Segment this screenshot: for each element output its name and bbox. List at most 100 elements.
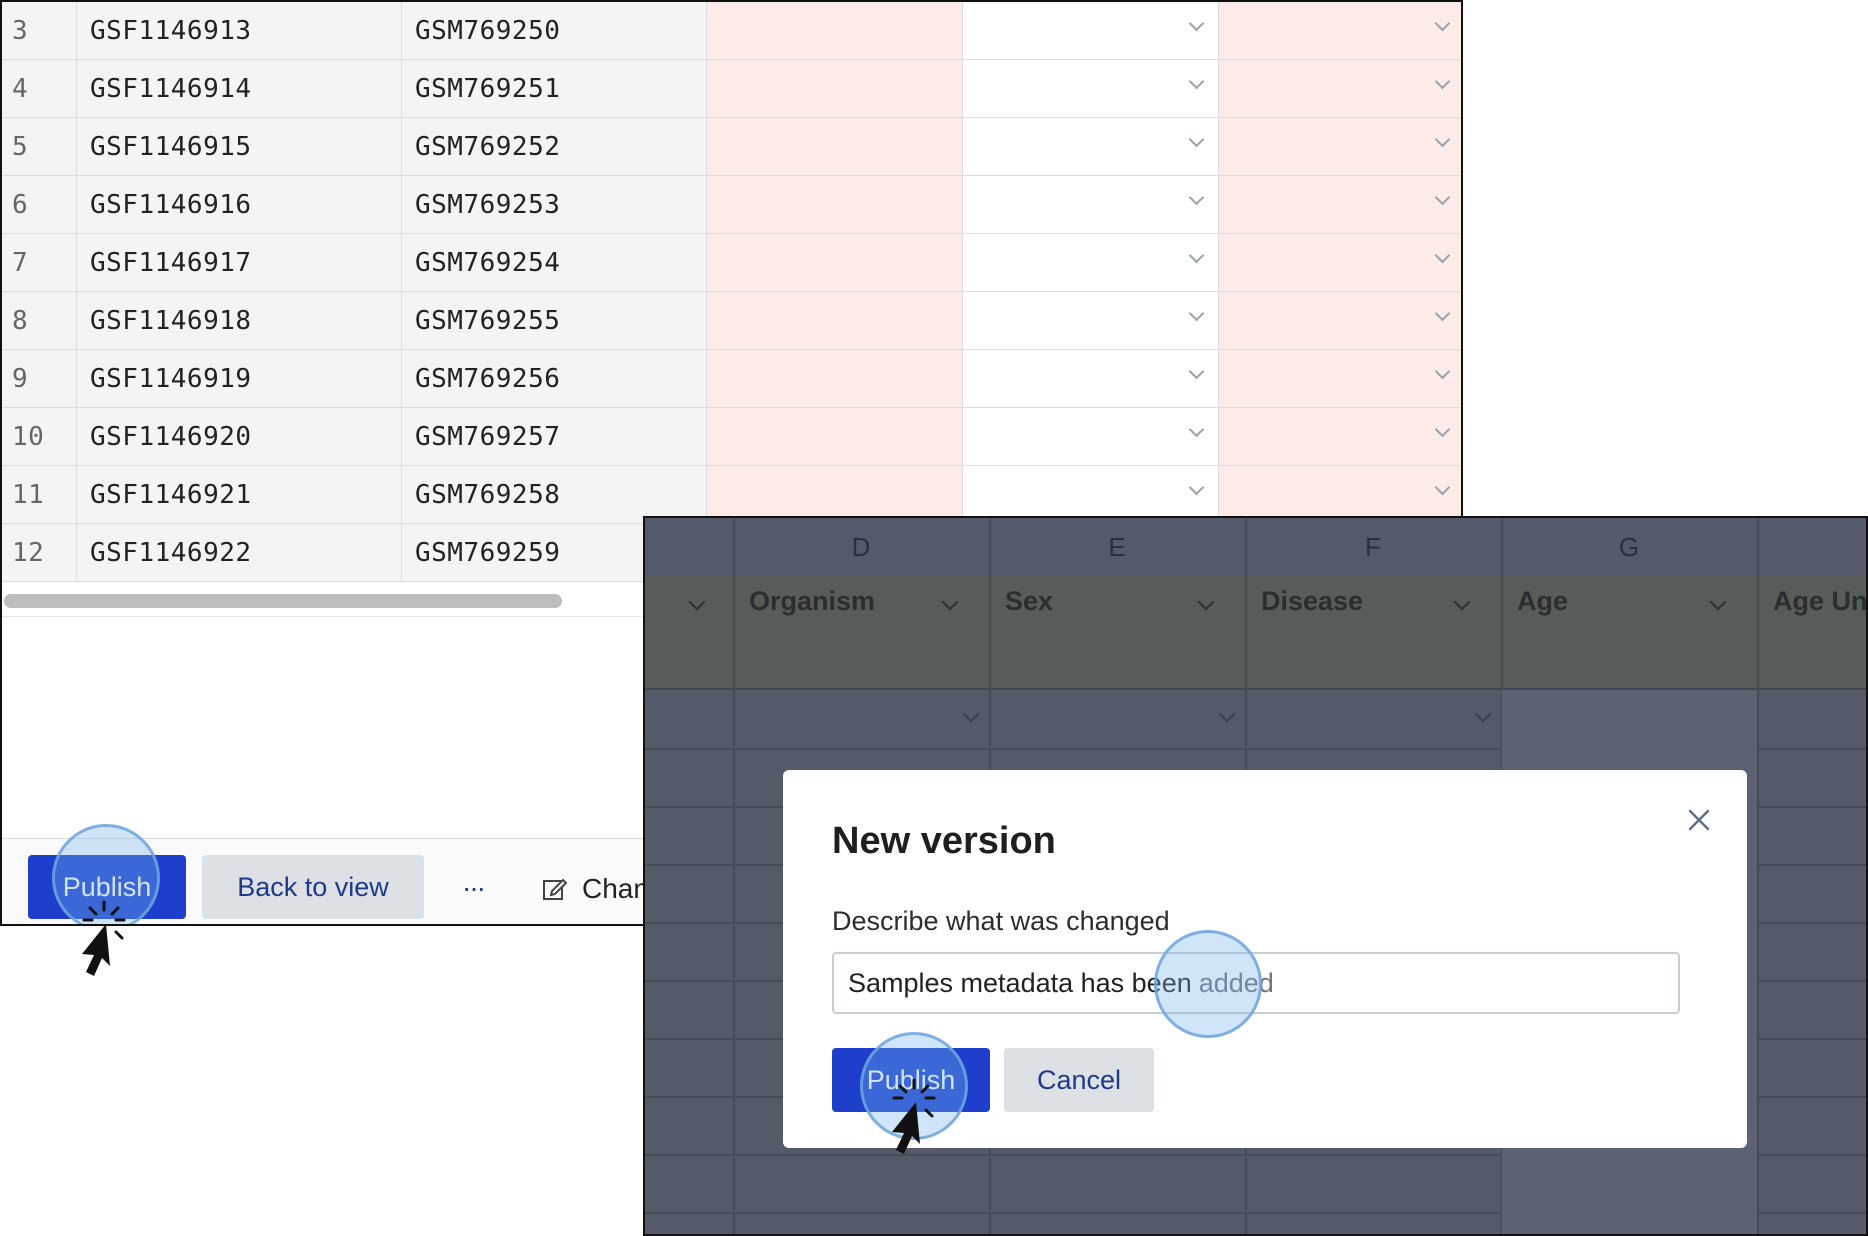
chevron-down-icon <box>1188 479 1205 496</box>
table-row: 3 GSF1146913 GSM769250 <box>2 2 1461 60</box>
chevron-down-icon <box>1188 305 1205 322</box>
cell-empty[interactable] <box>707 292 963 350</box>
chevron-down-icon <box>1474 705 1492 723</box>
changes-button[interactable]: Chan <box>542 864 649 914</box>
chevron-down-icon <box>1434 247 1451 264</box>
column-header[interactable]: Age <box>1517 586 1568 617</box>
cell-empty[interactable] <box>707 118 963 176</box>
cell-sample-id: GSM769253 <box>402 176 707 234</box>
chevron-down-icon <box>1188 15 1205 32</box>
column-header[interactable]: Sex <box>1005 586 1053 617</box>
table-row: 5 GSF1146915 GSM769252 <box>2 118 1461 176</box>
dialog-cancel-button[interactable]: Cancel <box>1004 1048 1154 1112</box>
table-row: 4 GSF1146914 GSM769251 <box>2 60 1461 118</box>
field-label: Describe what was changed <box>832 906 1170 936</box>
chevron-down-icon <box>1188 363 1205 380</box>
typing-highlight <box>1154 930 1262 1038</box>
chevron-down-icon <box>1434 15 1451 32</box>
cell-dropdown[interactable] <box>963 408 1219 466</box>
column-header[interactable]: Age Un <box>1773 586 1866 617</box>
row-number: 3 <box>2 2 77 60</box>
cell-dropdown[interactable] <box>1219 234 1461 292</box>
chevron-down-icon <box>688 593 706 611</box>
row-number: 4 <box>2 60 77 118</box>
table-row: 6 GSF1146916 GSM769253 <box>2 176 1461 234</box>
table-row: 7 GSF1146917 GSM769254 <box>2 234 1461 292</box>
cell-empty[interactable] <box>707 234 963 292</box>
row-number: 5 <box>2 118 77 176</box>
cell-dropdown[interactable] <box>963 350 1219 408</box>
changes-label: Chan <box>582 873 649 904</box>
chevron-down-icon <box>1188 247 1205 264</box>
row-number: 11 <box>2 466 77 524</box>
chevron-down-icon <box>1188 73 1205 90</box>
cell-empty[interactable] <box>707 60 963 118</box>
back-to-view-button[interactable]: Back to view <box>202 855 424 919</box>
cell-sample-id: GSM769254 <box>402 234 707 292</box>
cell-empty[interactable] <box>707 176 963 234</box>
chevron-down-icon[interactable] <box>1453 593 1471 611</box>
row-number: 8 <box>2 292 77 350</box>
chevron-down-icon <box>1434 421 1451 438</box>
new-version-dialog: New version Describe what was changed Sa… <box>783 770 1747 1154</box>
dialog-title: New version <box>832 820 1056 862</box>
cell-dropdown[interactable] <box>1219 408 1461 466</box>
chevron-down-icon <box>962 705 980 723</box>
cell-sample-id: GSM769255 <box>402 292 707 350</box>
cell-dropdown[interactable] <box>963 60 1219 118</box>
chevron-down-icon <box>1434 479 1451 496</box>
column-header[interactable]: Disease <box>1261 586 1363 617</box>
cell-dropdown[interactable] <box>963 176 1219 234</box>
cell-empty[interactable] <box>707 2 963 60</box>
cell-id: GSF1146922 <box>77 524 402 582</box>
column-header[interactable]: Organism <box>749 586 875 617</box>
row-number: 12 <box>2 524 77 582</box>
cell-id: GSF1146918 <box>77 292 402 350</box>
row-number: 10 <box>2 408 77 466</box>
cell-dropdown[interactable] <box>1219 60 1461 118</box>
horizontal-scrollbar[interactable] <box>4 594 562 608</box>
chevron-down-icon <box>1188 421 1205 438</box>
chevron-down-icon[interactable] <box>1709 593 1727 611</box>
chevron-down-icon <box>1434 189 1451 206</box>
table-row: 10 GSF1146920 GSM769257 <box>2 408 1461 466</box>
cell-sample-id: GSM769251 <box>402 60 707 118</box>
chevron-down-icon <box>1434 363 1451 380</box>
cell-empty[interactable] <box>707 350 963 408</box>
publish-dialog-window: D Organism E Sex F Disease G Age Age Un New vers… <box>643 516 1868 1236</box>
column-letter: E <box>1108 532 1126 562</box>
cell-id: GSF1146914 <box>77 60 402 118</box>
column-letter: F <box>1365 532 1381 562</box>
cell-dropdown[interactable] <box>1219 350 1461 408</box>
cell-dropdown[interactable] <box>1219 2 1461 60</box>
cell-dropdown[interactable] <box>1219 176 1461 234</box>
cell-dropdown[interactable] <box>1219 292 1461 350</box>
cell-id: GSF1146920 <box>77 408 402 466</box>
edit-icon <box>542 876 568 902</box>
cell-id: GSF1146913 <box>77 2 402 60</box>
cell-empty[interactable] <box>707 408 963 466</box>
chevron-down-icon <box>1188 131 1205 148</box>
chevron-down-icon[interactable] <box>941 593 959 611</box>
cell-dropdown[interactable] <box>1219 118 1461 176</box>
cell-id: GSF1146915 <box>77 118 402 176</box>
cell-dropdown[interactable] <box>963 2 1219 60</box>
cell-dropdown[interactable] <box>963 234 1219 292</box>
cell-sample-id: GSM769252 <box>402 118 707 176</box>
more-actions-button[interactable]: ··· <box>450 868 496 908</box>
cell-sample-id: GSM769257 <box>402 408 707 466</box>
cell-id: GSF1146919 <box>77 350 402 408</box>
chevron-down-icon <box>1434 131 1451 148</box>
cursor-icon <box>70 896 136 978</box>
cell-dropdown[interactable] <box>963 118 1219 176</box>
chevron-down-icon <box>1434 73 1451 90</box>
chevron-down-icon <box>1434 305 1451 322</box>
close-icon[interactable] <box>1685 806 1713 834</box>
column-letter: D <box>851 532 871 562</box>
cell-id: GSF1146917 <box>77 234 402 292</box>
cell-dropdown[interactable] <box>963 292 1219 350</box>
table-row: 9 GSF1146919 GSM769256 <box>2 350 1461 408</box>
chevron-down-icon <box>1188 189 1205 206</box>
chevron-down-icon[interactable] <box>1197 593 1215 611</box>
row-number: 7 <box>2 234 77 292</box>
